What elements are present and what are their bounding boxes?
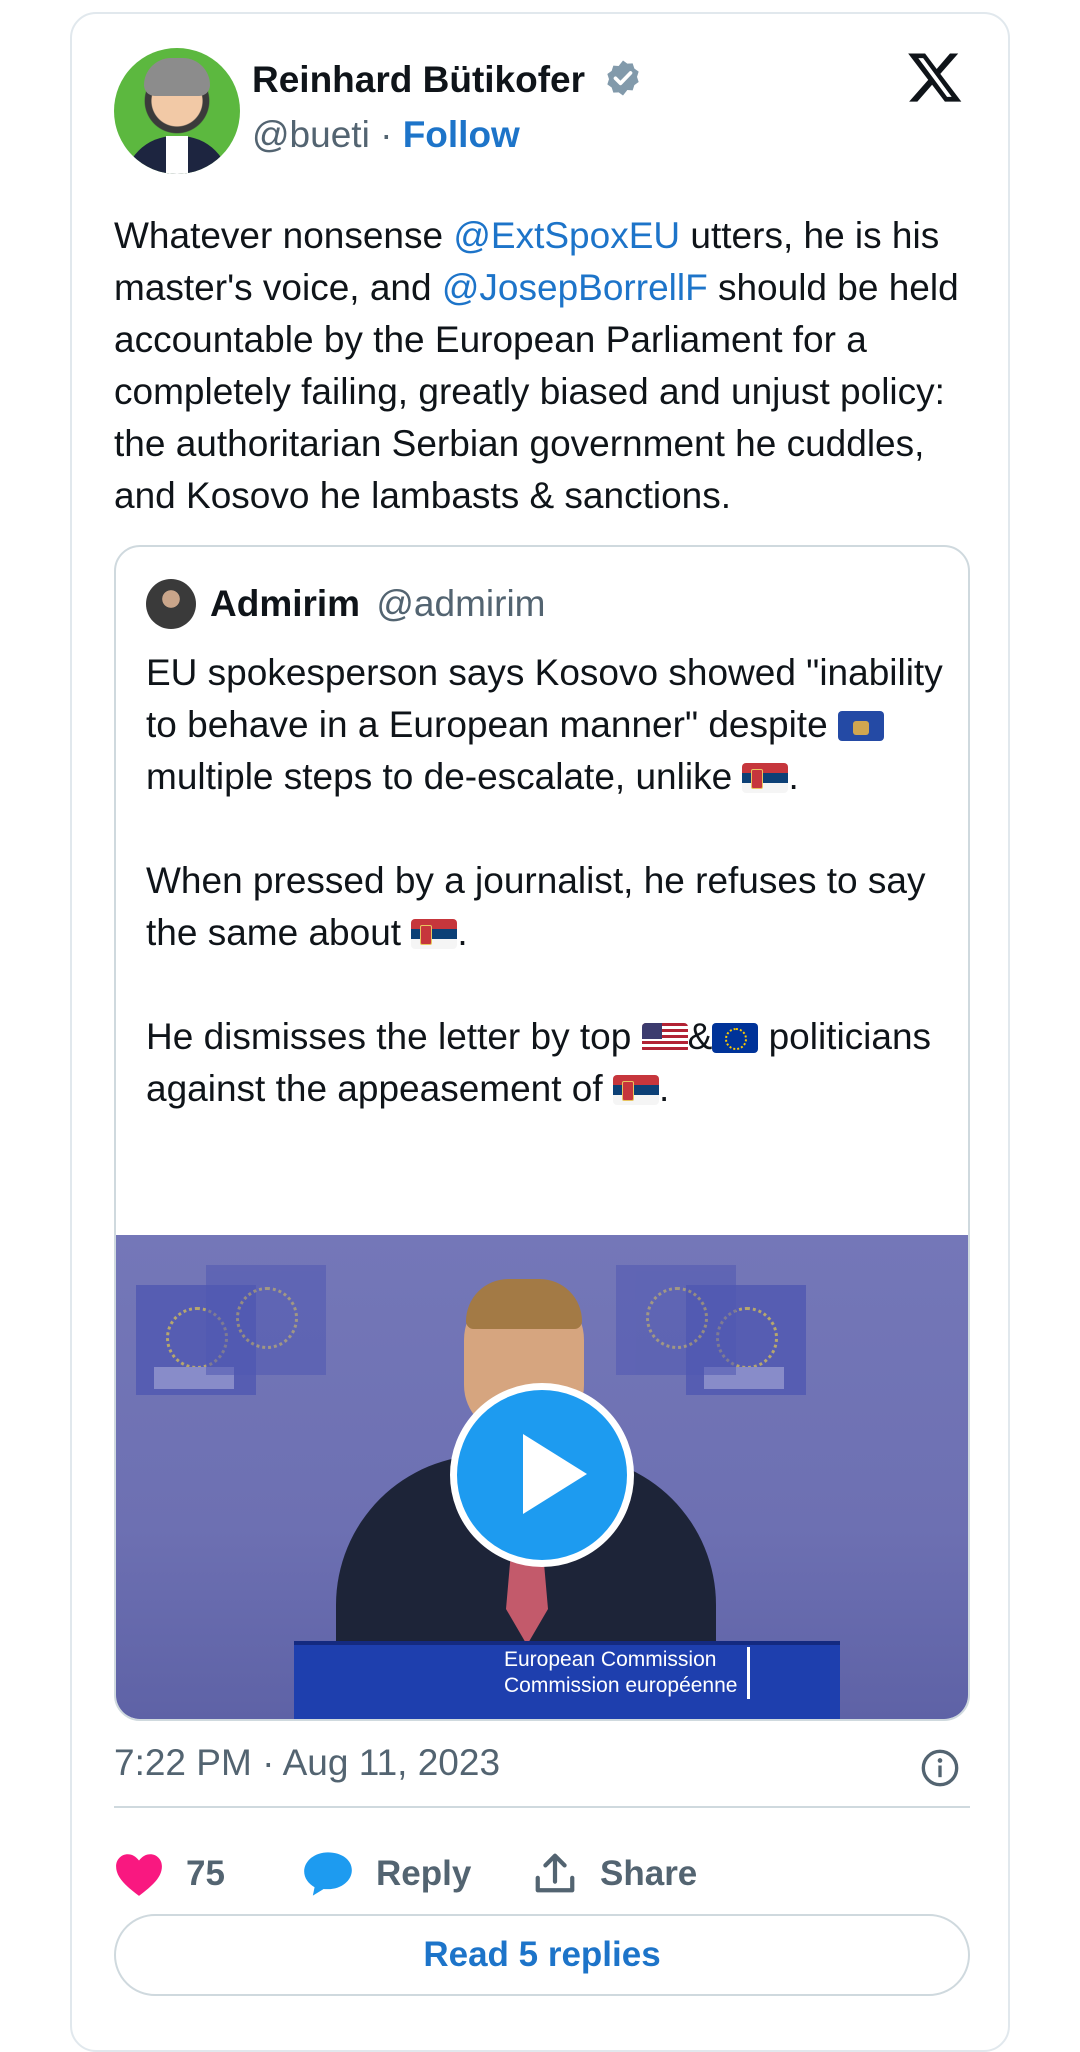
verified-badge-icon	[607, 60, 639, 96]
tweet-card: Reinhard Bütikofer @bueti · Follow Whate…	[70, 12, 1010, 2052]
eu-flag-backdrop-left-2	[206, 1265, 326, 1375]
quote-text: EU spokesperson says Kosovo showed "inab…	[146, 647, 946, 1167]
quote-author-row: Admirim @admirim	[210, 583, 545, 625]
quote-text-part: .	[457, 912, 468, 953]
author-avatar[interactable]	[114, 48, 240, 174]
tweet-text: Whatever nonsense @ExtSpoxEU utters, he …	[114, 210, 964, 522]
quote-author-avatar[interactable]	[146, 579, 196, 629]
reply-bubble-icon	[304, 1852, 352, 1896]
mention-link[interactable]: @ExtSpoxEU	[453, 215, 680, 256]
reply-button[interactable]: Reply	[302, 1844, 471, 1904]
video-thumbnail[interactable]: European Commission Commission européenn…	[116, 1235, 968, 1719]
quote-author-name[interactable]: Admirim	[210, 583, 360, 624]
author-handle-row: @bueti · Follow	[252, 114, 520, 156]
podium-line-1: European Commission	[504, 1648, 717, 1671]
quote-text-part: When pressed by a journalist, he refuses…	[146, 860, 926, 953]
quote-text-part: .	[658, 1068, 670, 1109]
quote-author-handle[interactable]: @admirim	[376, 583, 545, 624]
share-label: Share	[600, 1854, 698, 1893]
handle-separator: ·	[380, 114, 393, 155]
info-icon[interactable]	[920, 1748, 960, 1788]
like-count: 75	[186, 1854, 225, 1893]
kosovo-flag-icon	[837, 711, 884, 741]
usa-flag-icon	[641, 1023, 688, 1053]
action-bar: 75 Reply Share	[114, 1844, 970, 1904]
share-button[interactable]: Share	[532, 1844, 697, 1904]
podium-line-2: Commission européenne	[504, 1674, 738, 1697]
like-button[interactable]: 75	[114, 1844, 225, 1904]
podium-label: European Commission Commission européenn…	[504, 1647, 751, 1699]
quote-text-part: He dismisses the letter by top	[146, 1016, 642, 1057]
quoted-tweet[interactable]: Admirim @admirim EU spokesperson says Ko…	[114, 545, 970, 1721]
author-name[interactable]: Reinhard Bütikofer	[252, 59, 585, 100]
presenter-hair	[466, 1279, 582, 1329]
quote-paragraph: When pressed by a journalist, he refuses…	[146, 855, 946, 959]
quote-text-part: .	[788, 756, 799, 797]
quote-text-part: EU spokesperson says Kosovo showed "inab…	[146, 652, 943, 745]
tweet-text-part: Whatever nonsense	[114, 215, 454, 256]
x-logo-icon[interactable]	[906, 48, 964, 106]
quote-text-part: &	[687, 1016, 713, 1057]
follow-button[interactable]: Follow	[403, 114, 520, 155]
author-handle[interactable]: @bueti	[252, 114, 370, 155]
share-icon	[535, 1853, 575, 1893]
author-name-row[interactable]: Reinhard Bütikofer	[252, 58, 643, 101]
serbia-flag-icon	[742, 763, 789, 793]
tweet-timestamp[interactable]: 7:22 PM · Aug 11, 2023	[114, 1742, 500, 1784]
quote-paragraph: He dismisses the letter by top & politic…	[146, 1011, 946, 1115]
reply-label: Reply	[376, 1854, 472, 1893]
quote-paragraph: EU spokesperson says Kosovo showed "inab…	[146, 647, 946, 803]
eu-flag-icon	[712, 1023, 759, 1053]
read-replies-button[interactable]: Read 5 replies	[114, 1914, 970, 1996]
serbia-flag-icon	[411, 919, 458, 949]
play-icon[interactable]	[450, 1383, 634, 1567]
serbia-flag-icon	[612, 1075, 659, 1105]
mention-link[interactable]: @JosepBorrellF	[442, 267, 708, 308]
eu-flag-backdrop-right-2	[616, 1265, 736, 1375]
divider	[114, 1806, 970, 1808]
heart-icon	[116, 1854, 162, 1896]
quote-text-part: multiple steps to de-escalate, unlike	[146, 756, 743, 797]
